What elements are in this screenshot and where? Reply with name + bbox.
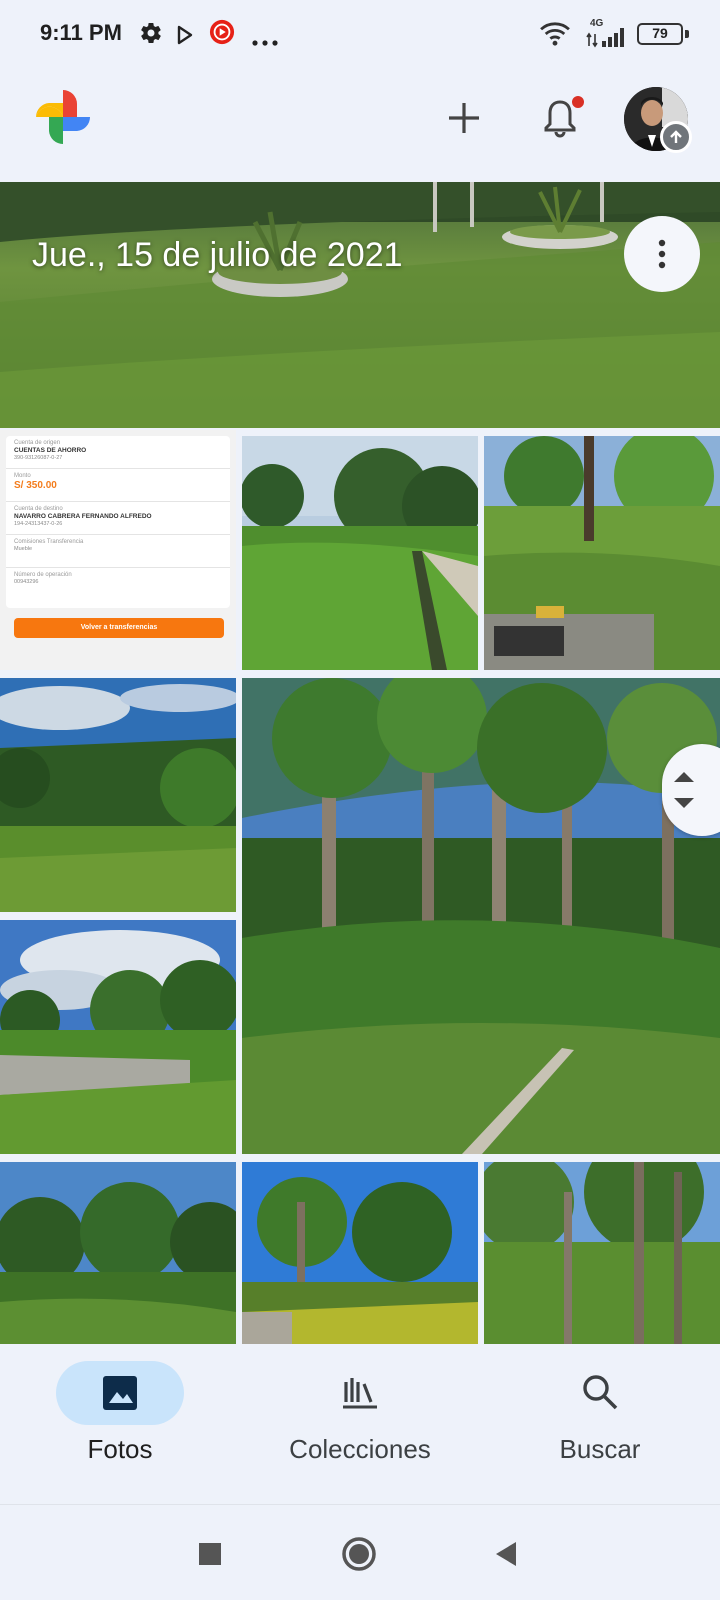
photo-palm-forest[interactable] <box>242 678 720 1154</box>
home-circle-icon[interactable] <box>341 1536 377 1572</box>
battery-icon: 79 <box>637 23 683 45</box>
photo-hero-garden[interactable] <box>0 182 720 428</box>
app-header <box>0 64 720 182</box>
back-to-transfers-button: Volver a transferencias <box>14 618 224 638</box>
nav-item-fotos[interactable] <box>56 1361 184 1425</box>
wifi-icon <box>540 22 570 46</box>
photo-canal-field[interactable] <box>242 436 478 670</box>
back-triangle-icon[interactable] <box>494 1541 518 1567</box>
add-button[interactable] <box>434 88 494 148</box>
photo-forest-path[interactable] <box>0 1162 236 1344</box>
photo-wall-trees[interactable] <box>0 920 236 1154</box>
receipt-card: Cuenta de origen CUENTAS DE AHORRO 390-9… <box>6 436 230 608</box>
photo-transfer-receipt[interactable]: Cuenta de origen CUENTAS DE AHORRO 390-9… <box>0 430 236 670</box>
photo-palm-lawn[interactable] <box>242 1162 478 1344</box>
amount-label: Monto <box>14 473 31 479</box>
play-store-icon <box>177 25 193 45</box>
library-icon <box>343 1378 377 1409</box>
upload-status-badge <box>660 121 692 153</box>
dest-value: NAVARRO CABRERA FERNANDO ALFREDO <box>14 513 152 520</box>
amount-value: S/ 350.00 <box>14 480 57 491</box>
nav-label-fotos[interactable]: Fotos <box>0 1434 240 1465</box>
settings-gear-icon <box>141 23 161 44</box>
dest-number: 194-24313437-0-26 <box>14 521 63 527</box>
photo-sky-field[interactable] <box>0 678 236 912</box>
youtube-music-icon <box>209 19 235 45</box>
origin-number: 390-93126087-0-27 <box>14 455 63 461</box>
scroll-up-down-icon <box>674 772 694 808</box>
more-options-button[interactable] <box>624 216 700 292</box>
fast-scroll-handle[interactable] <box>662 744 720 836</box>
operation-value: 00943296 <box>14 579 39 585</box>
notification-badge <box>570 94 586 110</box>
comments-label: Comisiones Transferencia <box>14 539 84 545</box>
nav-label-colecciones[interactable]: Colecciones <box>240 1434 480 1465</box>
upload-arrow-icon <box>670 130 682 143</box>
nav-label-buscar[interactable]: Buscar <box>480 1434 720 1465</box>
dest-label: Cuenta de destino <box>14 506 63 512</box>
operation-label: Número de operación <box>14 572 72 578</box>
photo-water-tank[interactable] <box>484 436 720 670</box>
comments-value: Mueble <box>14 546 33 552</box>
status-bar: 9:11 PM 4G 79 <box>0 0 720 64</box>
battery-tip <box>685 30 689 38</box>
status-time: 9:11 PM <box>40 20 122 45</box>
date-header: Jue., 15 de julio de 2021 <box>32 236 403 274</box>
google-photos-logo[interactable] <box>32 86 94 148</box>
photo-icon <box>103 1376 137 1410</box>
origin-label: Cuenta de origen <box>14 440 61 446</box>
more-vertical-icon <box>658 239 666 269</box>
recents-square-icon[interactable] <box>198 1542 222 1566</box>
more-dots-icon <box>252 40 278 46</box>
search-icon <box>583 1375 618 1410</box>
plus-icon <box>449 103 479 133</box>
signal-icon <box>586 28 624 48</box>
origin-value: CUENTAS DE AHORRO <box>14 447 87 454</box>
photo-palm-trunks[interactable] <box>484 1162 720 1344</box>
